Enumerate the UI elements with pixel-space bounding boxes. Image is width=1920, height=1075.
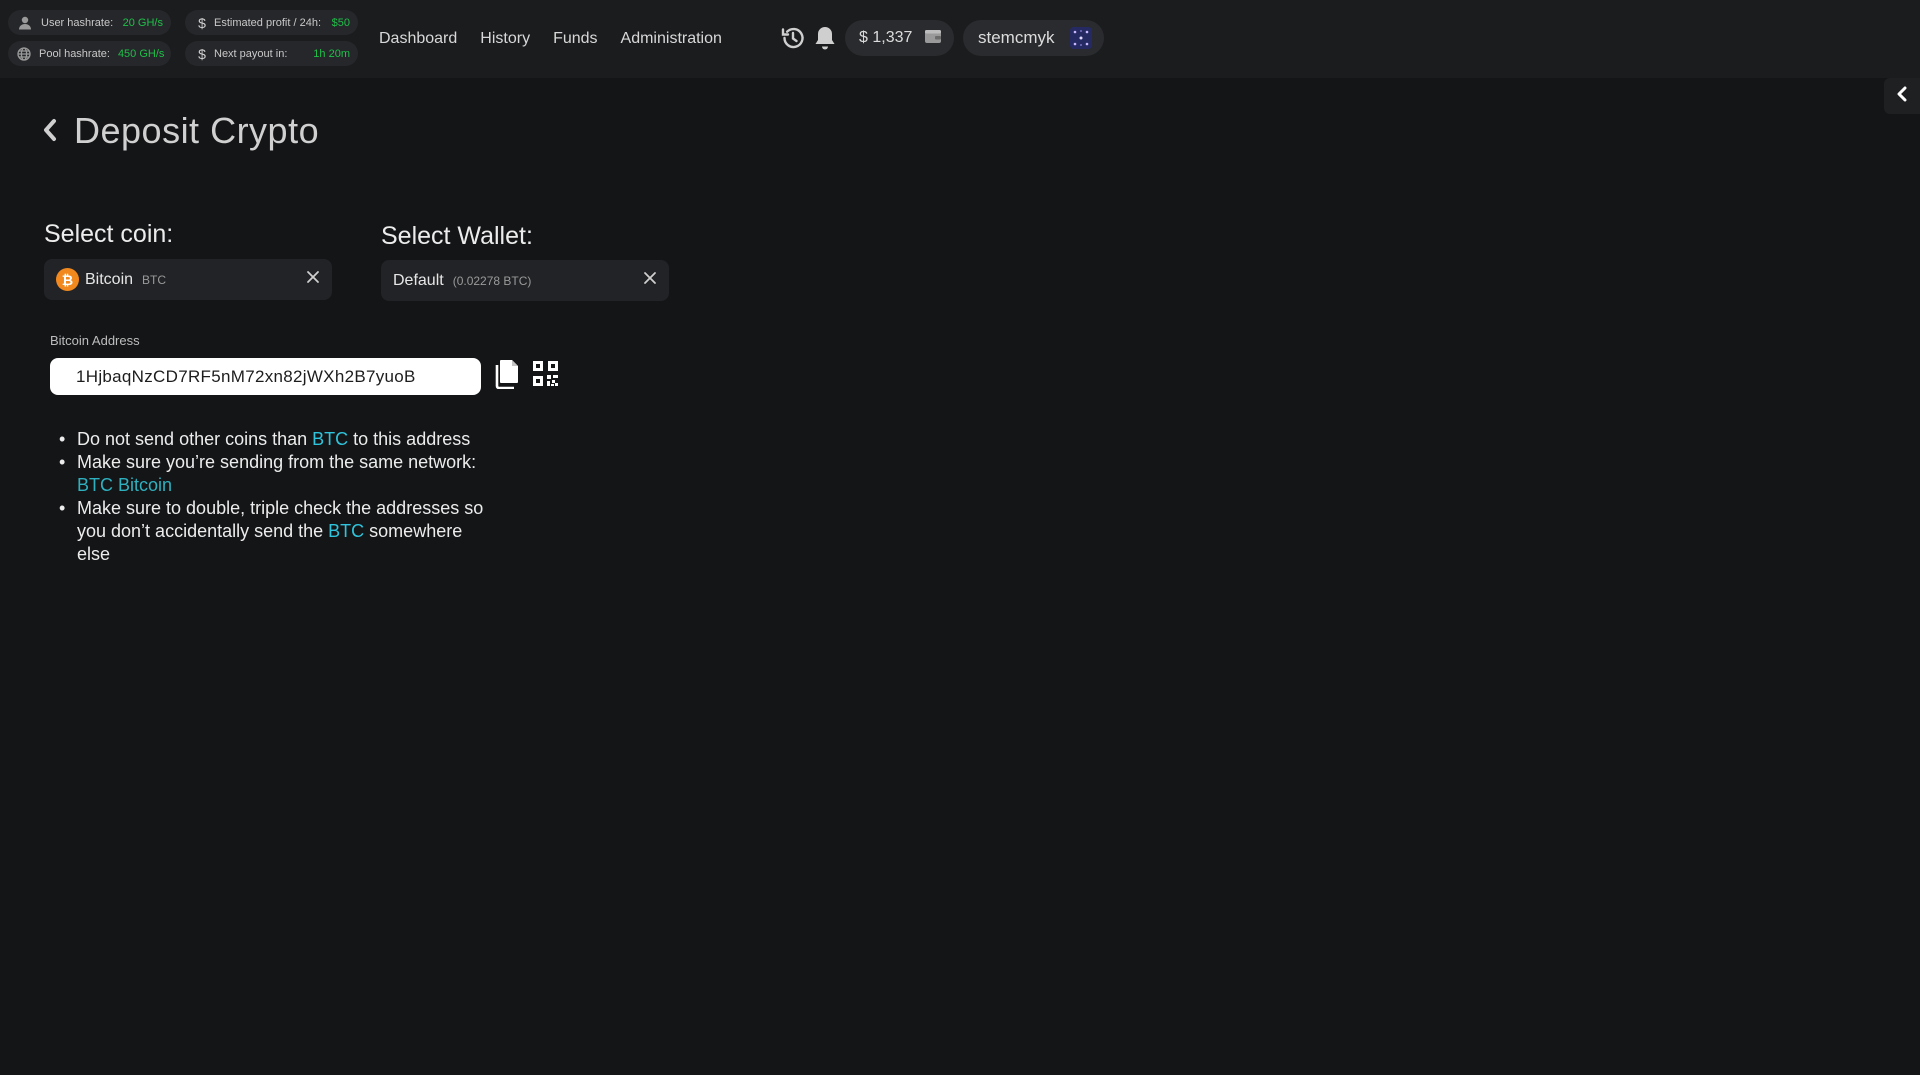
note-text: Make sure you’re sending from the same n…: [77, 452, 477, 472]
close-icon: [306, 270, 320, 289]
wallet-select[interactable]: Default (0.02278 BTC): [381, 260, 669, 301]
note-text: to this address: [348, 429, 471, 449]
pool-hashrate-label: Pool hashrate:: [39, 47, 110, 60]
dollar-icon: $: [198, 14, 206, 31]
user-hashrate-value: 20 GH/s: [122, 16, 163, 29]
sidebar-toggle-button[interactable]: [1884, 78, 1920, 114]
note-text: Do not send other coins than: [77, 429, 313, 449]
estimated-profit-value: $50: [331, 16, 350, 29]
nav-administration[interactable]: Administration: [621, 30, 722, 48]
close-icon: [643, 271, 657, 290]
user-hashrate-stat: User hashrate: 20 GH/s: [8, 10, 171, 35]
bitcoin-icon: ₿: [56, 268, 79, 291]
qr-code-icon: [532, 360, 559, 392]
chevron-left-icon: [1895, 86, 1909, 107]
estimated-profit-stat: $ Estimated profit / 24h: $50: [185, 10, 358, 35]
history-icon[interactable]: [779, 24, 807, 52]
select-wallet-label: Select Wallet:: [381, 222, 533, 250]
user-menu[interactable]: stemcmyk: [963, 20, 1104, 56]
main-nav: Dashboard History Funds Administration: [379, 0, 745, 78]
show-qr-button[interactable]: [531, 361, 559, 391]
chevron-left-icon: [42, 110, 58, 152]
top-bar: User hashrate: 20 GH/s $ Estimated profi…: [0, 0, 1920, 78]
balance-pill[interactable]: $ 1,337: [845, 20, 954, 56]
globe-icon: [17, 46, 31, 62]
coin-ticker: BTC: [142, 272, 167, 287]
username: stemcmyk: [978, 28, 1055, 47]
list-item: Do not send other coins than BTC to this…: [58, 428, 490, 451]
select-coin-label: Select coin:: [44, 220, 174, 248]
page-title: Deposit Crypto: [74, 110, 320, 151]
wallet-balance: (0.02278 BTC): [452, 273, 532, 288]
user-icon: [17, 15, 33, 31]
pool-hashrate-value: 450 GH/s: [117, 47, 165, 60]
deposit-warnings-list: Do not send other coins than BTC to this…: [58, 428, 490, 566]
copy-address-button[interactable]: [493, 359, 521, 394]
next-payout-value: 1h 20m: [313, 47, 350, 60]
wallet-name: Default: [393, 271, 444, 289]
user-hashrate-label: User hashrate:: [41, 16, 114, 29]
nav-history[interactable]: History: [480, 30, 530, 48]
coin-name: Bitcoin: [85, 270, 134, 288]
next-payout-label: Next payout in:: [214, 47, 288, 60]
dollar-icon: $: [198, 45, 206, 62]
back-button[interactable]: [42, 110, 58, 152]
bell-icon[interactable]: [811, 24, 839, 52]
pool-hashrate-stat: Pool hashrate: 450 GH/s: [8, 41, 171, 66]
clear-coin-button[interactable]: [306, 270, 320, 289]
avatar: [1070, 27, 1092, 49]
coin-select[interactable]: ₿ Bitcoin BTC: [44, 259, 332, 300]
next-payout-stat: $ Next payout in: 1h 20m: [185, 41, 358, 66]
nav-funds[interactable]: Funds: [553, 30, 597, 48]
coin-highlight: BTC: [328, 521, 365, 541]
network-highlight: BTC Bitcoin: [77, 475, 173, 495]
list-item: Make sure to double, triple check the ad…: [58, 497, 490, 566]
nav-dashboard[interactable]: Dashboard: [379, 30, 457, 48]
wallet-icon: [924, 28, 942, 49]
coin-highlight: BTC: [312, 429, 349, 449]
clear-wallet-button[interactable]: [643, 271, 657, 290]
estimated-profit-label: Estimated profit / 24h:: [214, 16, 321, 29]
page-title-row: Deposit Crypto: [42, 110, 319, 152]
copy-icon: [494, 359, 520, 394]
address-label: Bitcoin Address: [50, 333, 140, 348]
list-item: Make sure you’re sending from the same n…: [58, 451, 490, 497]
address-field[interactable]: 1HjbaqNzCD7RF5nM72xn82jWXh2B7yuoB: [50, 358, 481, 395]
balance-value: $ 1,337: [859, 29, 913, 46]
